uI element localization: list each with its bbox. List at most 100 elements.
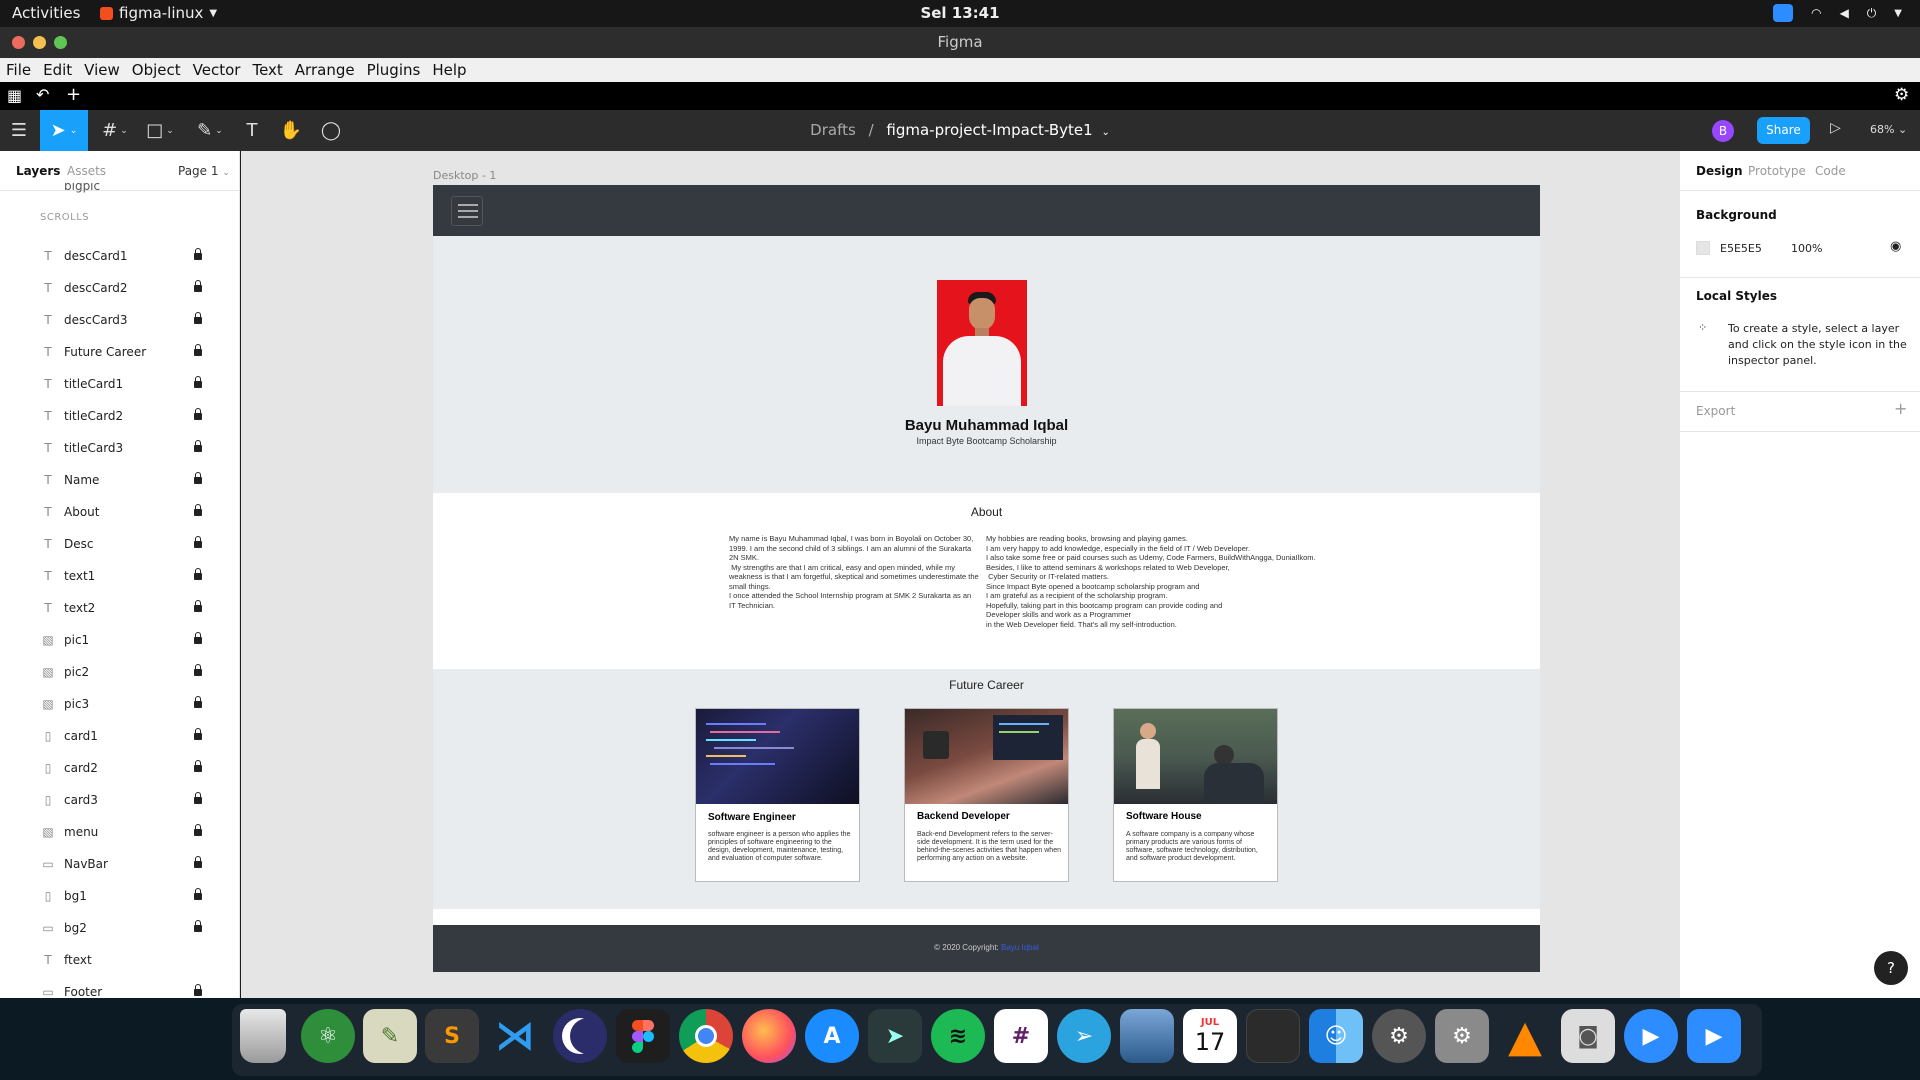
visibility-eye-icon[interactable]: ◉ bbox=[1890, 239, 1901, 254]
system-preferences-icon[interactable]: ⚙ bbox=[1435, 1009, 1489, 1063]
grid-icon[interactable]: ▦ bbox=[7, 86, 22, 105]
sublime-text-icon[interactable]: S bbox=[425, 1009, 479, 1063]
tab-design[interactable]: Design bbox=[1696, 164, 1743, 178]
lock-icon[interactable] bbox=[194, 727, 202, 741]
eclipse-icon[interactable] bbox=[553, 1009, 607, 1063]
lock-icon[interactable] bbox=[194, 343, 202, 357]
menu-edit[interactable]: Edit bbox=[43, 61, 72, 79]
zoom-icon[interactable]: ▶ bbox=[1624, 1009, 1678, 1063]
lock-icon[interactable] bbox=[194, 311, 202, 325]
settings-gear-icon[interactable]: ⚙ bbox=[1894, 85, 1909, 105]
background-swatch[interactable] bbox=[1696, 241, 1710, 255]
layer-row-card3[interactable]: ▯ card3 bbox=[0, 788, 239, 812]
chrome-icon[interactable] bbox=[679, 1009, 733, 1063]
lock-icon[interactable] bbox=[194, 695, 202, 709]
lock-icon[interactable] bbox=[194, 535, 202, 549]
background-hex[interactable]: E5E5E5 bbox=[1720, 242, 1762, 255]
finder-icon[interactable]: ☺ bbox=[1309, 1009, 1363, 1063]
lock-icon[interactable] bbox=[194, 279, 202, 293]
layer-row-titlecard3[interactable]: TtitleCard3 bbox=[0, 436, 239, 460]
layer-row-future-career[interactable]: T Future Career bbox=[0, 340, 239, 364]
user-avatar[interactable]: B bbox=[1712, 120, 1734, 142]
lock-icon[interactable] bbox=[194, 407, 202, 421]
firefox-icon[interactable] bbox=[742, 1009, 796, 1063]
trash-icon[interactable] bbox=[240, 1009, 286, 1063]
help-button[interactable]: ? bbox=[1874, 951, 1908, 985]
plus-icon[interactable]: + bbox=[66, 84, 81, 105]
frame-desktop-1[interactable]: Bayu Muhammad Iqbal Impact Byte Bootcamp… bbox=[433, 185, 1540, 972]
vlc-icon[interactable]: ▲ bbox=[1498, 1009, 1552, 1063]
layer-row-desc[interactable]: T Desc bbox=[0, 532, 239, 556]
add-export-plus-icon[interactable]: + bbox=[1894, 399, 1907, 418]
terminal-icon[interactable]: ➤ bbox=[868, 1009, 922, 1063]
layer-row-card2[interactable]: ▯ card2 bbox=[0, 756, 239, 780]
zoom-meetings-icon[interactable]: ▶ bbox=[1687, 1009, 1741, 1063]
figma-icon[interactable] bbox=[616, 1009, 670, 1063]
lock-icon[interactable] bbox=[194, 631, 202, 645]
zoom-level[interactable]: 68% ⌄ bbox=[1870, 123, 1907, 136]
back-icon[interactable]: ↶ bbox=[36, 85, 49, 104]
lock-icon[interactable] bbox=[194, 247, 202, 261]
chevron-down-icon[interactable]: ⌄ bbox=[1101, 127, 1109, 138]
lock-icon[interactable] bbox=[194, 887, 202, 901]
frame-label[interactable]: Desktop - 1 bbox=[433, 169, 496, 182]
layer-row-pic1[interactable]: ▧ pic1 bbox=[0, 628, 239, 652]
vscode-icon[interactable]: ⋊ bbox=[488, 1009, 542, 1063]
zoom-tray-icon[interactable] bbox=[1773, 4, 1794, 22]
lock-icon[interactable] bbox=[194, 983, 202, 997]
lock-icon[interactable] bbox=[194, 791, 202, 805]
app-store-icon[interactable]: A bbox=[805, 1009, 859, 1063]
background-opacity[interactable]: 100% bbox=[1791, 242, 1822, 255]
layer-row-titlecard2[interactable]: TtitleCard2 bbox=[0, 404, 239, 428]
layer-row-bg2[interactable]: ▭ bg2 bbox=[0, 916, 239, 940]
telegram-icon[interactable]: ➢ bbox=[1057, 1009, 1111, 1063]
settings-alt-icon[interactable]: ⚙ bbox=[1372, 1009, 1426, 1063]
slack-icon[interactable]: # bbox=[994, 1009, 1048, 1063]
page-selector[interactable]: Page 1 ⌄ bbox=[178, 164, 230, 178]
lock-icon[interactable] bbox=[194, 663, 202, 677]
lock-icon[interactable] bbox=[194, 503, 202, 517]
share-button[interactable]: Share bbox=[1757, 117, 1810, 144]
system-tray[interactable]: ◠ ◀ ⏻ ▼ bbox=[1773, 4, 1902, 22]
layer-row-text1[interactable]: Ttext1 bbox=[0, 564, 239, 588]
layer-row-desccard3[interactable]: TdescCard3 bbox=[0, 308, 239, 332]
lock-icon[interactable] bbox=[194, 567, 202, 581]
dark-app-icon[interactable] bbox=[1246, 1009, 1300, 1063]
breadcrumb-drafts[interactable]: Drafts bbox=[810, 121, 856, 139]
menu-help[interactable]: Help bbox=[432, 61, 466, 79]
layer-row-bg1[interactable]: ▯ bg1 bbox=[0, 884, 239, 908]
layer-row-name[interactable]: T Name bbox=[0, 468, 239, 492]
layer-row-about[interactable]: T About bbox=[0, 500, 239, 524]
tab-code[interactable]: Code bbox=[1815, 164, 1846, 178]
project-name[interactable]: figma-project-Impact-Byte1 bbox=[886, 121, 1092, 139]
lock-icon[interactable] bbox=[194, 439, 202, 453]
design-canvas[interactable]: Desktop - 1 Bayu Muhammad Iqbal Impact B… bbox=[241, 151, 1679, 998]
tab-layers[interactable]: Layers bbox=[16, 164, 60, 178]
tab-assets[interactable]: Assets bbox=[67, 164, 106, 178]
layer-row-ftext[interactable]: Tftext bbox=[0, 948, 239, 972]
lock-icon[interactable] bbox=[194, 471, 202, 485]
lock-icon[interactable] bbox=[194, 375, 202, 389]
layer-row-desccard1[interactable]: TdescCard1 bbox=[0, 244, 239, 268]
menu-view[interactable]: View bbox=[84, 61, 120, 79]
menu-plugins[interactable]: Plugins bbox=[367, 61, 421, 79]
layer-row-partial[interactable]: bigpic bbox=[0, 183, 239, 195]
present-play-icon[interactable]: ▷ bbox=[1830, 120, 1841, 136]
calendar-icon[interactable]: JUL 17 bbox=[1183, 1009, 1237, 1063]
screenshot-icon[interactable]: ◙ bbox=[1561, 1009, 1615, 1063]
layer-row-pic3[interactable]: ▧ pic3 bbox=[0, 692, 239, 716]
atom-icon[interactable]: ⚛ bbox=[301, 1009, 355, 1063]
menu-file[interactable]: File bbox=[6, 61, 31, 79]
layer-row-menu[interactable]: ▧ menu bbox=[0, 820, 239, 844]
clock[interactable]: Sel 13:41 bbox=[0, 4, 1920, 22]
lock-icon[interactable] bbox=[194, 919, 202, 933]
layer-row-titlecard1[interactable]: TtitleCard1 bbox=[0, 372, 239, 396]
menu-text[interactable]: Text bbox=[252, 61, 282, 79]
layer-row-pic2[interactable]: ▧ pic2 bbox=[0, 660, 239, 684]
preview-icon[interactable] bbox=[1120, 1009, 1174, 1063]
lock-icon[interactable] bbox=[194, 599, 202, 613]
menu-object[interactable]: Object bbox=[132, 61, 181, 79]
menu-arrange[interactable]: Arrange bbox=[295, 61, 355, 79]
layer-row-card1[interactable]: ▯ card1 bbox=[0, 724, 239, 748]
layer-row-navbar[interactable]: ▭ NavBar bbox=[0, 852, 239, 876]
